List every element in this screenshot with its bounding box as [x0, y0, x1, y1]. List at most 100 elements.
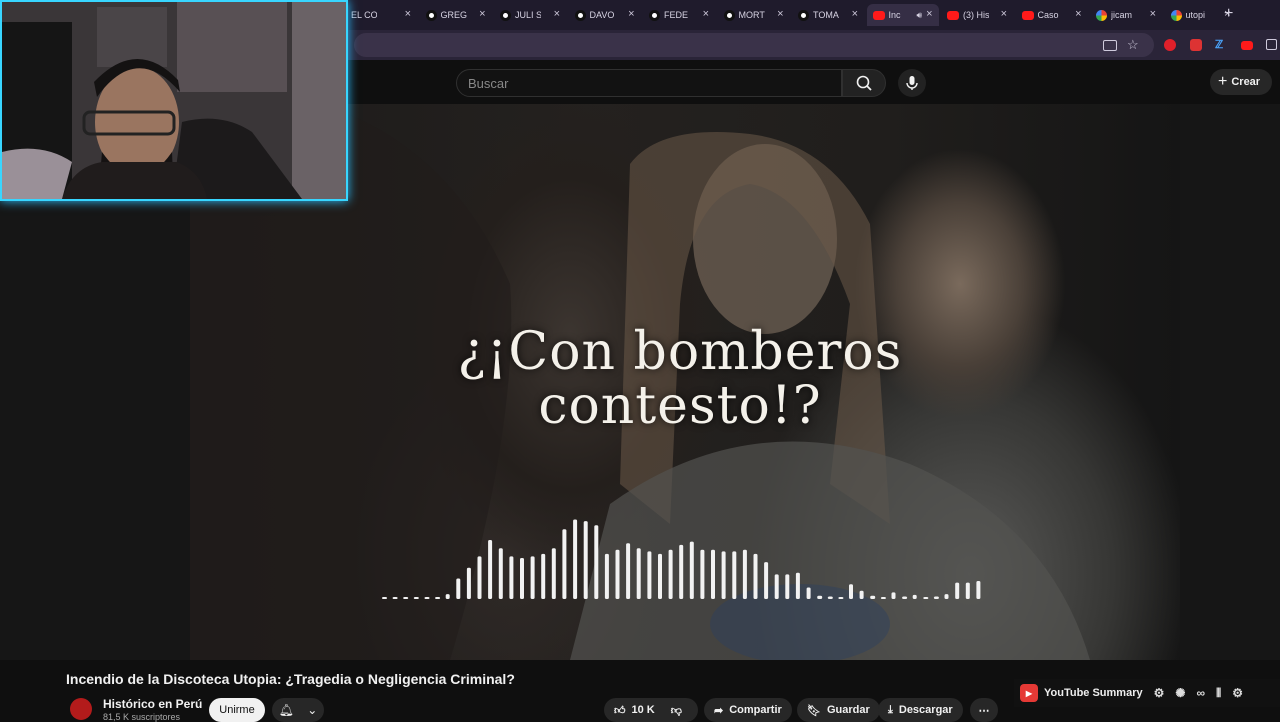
youtube-summary-extension[interactable]: ▶ YouTube Summary ⚙︎ ✺ ∞ ⦀ ⚙ [1014, 679, 1280, 707]
glasses-icon[interactable]: ∞ [1196, 686, 1205, 700]
waveform-bar [615, 549, 620, 599]
waveform-bar [689, 541, 694, 599]
share-button[interactable]: ➦ Compartir [704, 698, 792, 722]
waveform-bar [795, 572, 800, 599]
tab-close-button[interactable]: × [1075, 8, 1081, 20]
join-button[interactable]: Unirme [209, 698, 265, 722]
tab-title: JULI S [515, 10, 541, 20]
youtube-extension-icon[interactable] [1241, 41, 1253, 50]
browser-tab[interactable]: DAVO × [569, 4, 641, 26]
browser-tab[interactable]: GREG × [420, 4, 492, 26]
settings-gear-icon[interactable]: ⚙ [1232, 686, 1243, 700]
bell-icon: 🔔︎ [278, 703, 294, 717]
extension-icon[interactable] [1190, 39, 1202, 51]
search-button[interactable] [842, 69, 886, 97]
tab-title: (3) His [963, 10, 989, 20]
browser-tab[interactable]: FEDE × [643, 4, 715, 26]
video-title: Incendio de la Discoteca Utopia: ¿Traged… [66, 671, 515, 687]
tab-close-button[interactable]: × [479, 8, 485, 20]
tab-title: Caso [1037, 10, 1059, 20]
new-tab-button[interactable]: + [1224, 5, 1233, 23]
tab-close-button[interactable]: × [703, 8, 709, 20]
download-button[interactable]: ⤓ Descargar [878, 698, 963, 722]
audio-waveform [382, 519, 981, 599]
address-bar[interactable] [354, 33, 1154, 57]
browser-tab[interactable]: MORT × [718, 4, 790, 26]
extensions-puzzle-icon[interactable] [1266, 39, 1277, 50]
waveform-bar [477, 556, 482, 599]
voice-search-button[interactable] [898, 69, 926, 97]
like-button[interactable]: 👍︎ 10 K [614, 704, 655, 717]
threads-icon [500, 9, 511, 21]
waveform-bar [721, 551, 726, 599]
waveform-bar [413, 597, 419, 599]
like-count: 10 K [631, 704, 655, 716]
browser-tab[interactable]: Inc 🔊︎ × [866, 4, 939, 26]
waveform-bar [562, 529, 567, 599]
browser-tab[interactable]: TOMA × [792, 4, 864, 26]
youtube-summary-logo-icon: ▶ [1020, 684, 1038, 702]
bookmark-icon: 🔖︎ [807, 704, 821, 717]
browser-tab[interactable]: Caso × [1016, 4, 1088, 26]
channel-name[interactable]: Histórico en Perú [103, 697, 202, 711]
youtube-summary-label: YouTube Summary [1044, 687, 1143, 699]
browser-tab[interactable]: jicam × [1090, 4, 1162, 26]
subscriber-count: 81,5 K suscriptores [103, 712, 181, 722]
audio-wave-icon[interactable]: ⦀ [1216, 686, 1221, 701]
waveform-bar [933, 596, 939, 599]
tab-close-button[interactable]: × [405, 8, 411, 20]
threads-icon [798, 9, 809, 21]
share-label: Compartir [729, 704, 782, 716]
tab-title: FEDE [664, 10, 689, 20]
plus-icon: + [1218, 73, 1228, 90]
tab-close-button[interactable]: × [628, 8, 634, 20]
robot-icon[interactable]: ⚙︎ [1154, 686, 1165, 700]
youtube-icon [872, 10, 885, 20]
waveform-bar [912, 594, 917, 599]
microphone-icon [906, 76, 918, 90]
waveform-bar [456, 578, 461, 599]
caption-line-1: ¿¡Con bomberos [457, 322, 903, 382]
tab-close-button[interactable]: × [926, 8, 932, 20]
waveform-bar [976, 581, 981, 599]
browser-tab[interactable]: JULI S × [494, 4, 566, 26]
waveform-bar [764, 562, 769, 599]
tab-close-button[interactable]: × [1001, 8, 1007, 20]
thumbs-up-icon: 👍︎ [614, 704, 626, 717]
dislike-button[interactable]: 👎︎ [671, 704, 682, 717]
channel-avatar[interactable] [70, 698, 92, 720]
threads-icon [425, 9, 437, 21]
waveform-bar [573, 519, 578, 599]
openai-icon[interactable]: ✺ [1175, 686, 1185, 700]
threads-icon [574, 9, 586, 21]
translate-extension-icon[interactable]: ℤ [1215, 38, 1229, 52]
browser-tab[interactable]: (3) His × [941, 4, 1013, 26]
tab-close-button[interactable]: × [852, 8, 858, 20]
install-app-icon[interactable] [1103, 40, 1117, 51]
more-icon: ⋯ [978, 704, 990, 717]
tab-close-button[interactable]: × [1150, 8, 1156, 20]
waveform-bar [583, 521, 588, 599]
video-caption: ¿¡Con bomberos contesto!? [400, 325, 960, 433]
create-button[interactable]: + Crear [1210, 69, 1272, 95]
subscribe-bell-button[interactable]: 🔔︎ ⌄ [272, 698, 324, 722]
tab-title: MORT [738, 10, 765, 20]
waveform-bar [711, 549, 715, 599]
tab-close-button[interactable]: × [554, 8, 560, 20]
waveform-bar [382, 597, 387, 599]
adblock-extension-icon[interactable] [1164, 39, 1176, 51]
youtube-icon [947, 10, 959, 20]
tab-close-button[interactable]: × [777, 8, 783, 20]
tab-audio-icon[interactable]: 🔊︎ [917, 10, 923, 21]
waveform-bar [520, 558, 524, 599]
save-button[interactable]: 🔖︎ Guardar [797, 698, 880, 722]
waveform-bar [774, 574, 779, 599]
waveform-bar [594, 525, 599, 599]
search-input[interactable]: Buscar [456, 69, 842, 97]
waveform-bar [849, 584, 853, 599]
waveform-bar [488, 540, 493, 599]
bookmark-star-icon[interactable]: ☆ [1127, 37, 1141, 52]
more-actions-button[interactable]: ⋯ [970, 698, 998, 722]
browser-tab[interactable]: EL CO × [345, 4, 417, 26]
waveform-bar [817, 595, 823, 599]
